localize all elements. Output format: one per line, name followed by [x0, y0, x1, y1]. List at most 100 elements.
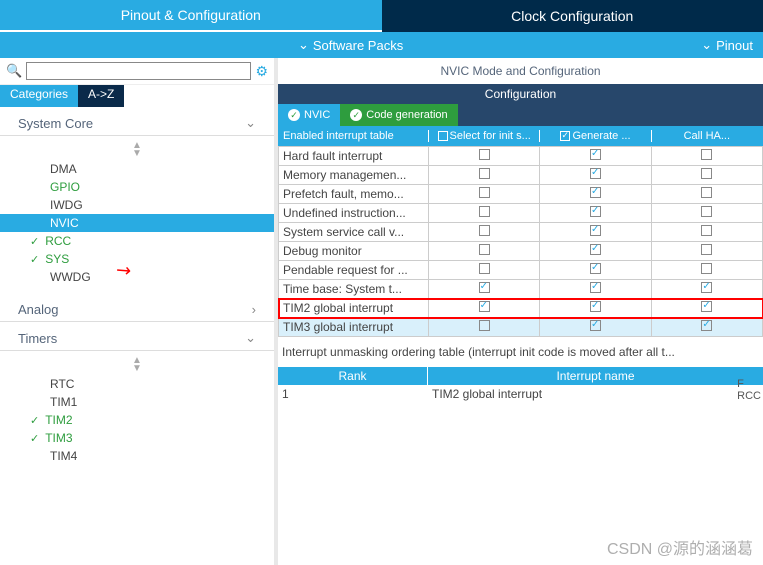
- col-enabled-interrupt[interactable]: Enabled interrupt table: [279, 130, 429, 142]
- checkbox-icon[interactable]: [438, 131, 448, 141]
- sidebar-item-tim3[interactable]: ✓TIM3: [0, 429, 274, 447]
- checkbox-cell[interactable]: [540, 242, 651, 261]
- checkbox-icon[interactable]: [479, 263, 490, 274]
- checkbox-cell[interactable]: [429, 242, 540, 261]
- checkbox-cell[interactable]: [540, 204, 651, 223]
- subtab-nvic[interactable]: ✓NVIC: [278, 104, 340, 126]
- sort-icon[interactable]: ▲▼: [0, 140, 274, 160]
- checkbox-icon[interactable]: [479, 168, 490, 179]
- table-row[interactable]: System service call v...: [279, 223, 763, 242]
- checkbox-icon[interactable]: [479, 225, 490, 236]
- checkbox-icon[interactable]: [701, 168, 712, 179]
- checkbox-icon[interactable]: [590, 320, 601, 331]
- checkbox-cell[interactable]: [429, 185, 540, 204]
- checkbox-icon[interactable]: [560, 131, 570, 141]
- checkbox-icon[interactable]: [701, 263, 712, 274]
- sidebar-item-rcc[interactable]: ✓RCC: [0, 232, 274, 250]
- checkbox-icon[interactable]: [701, 301, 712, 312]
- checkbox-icon[interactable]: [479, 206, 490, 217]
- checkbox-icon[interactable]: [590, 301, 601, 312]
- sidebar-item-tim2[interactable]: ✓TIM2: [0, 411, 274, 429]
- tab-categories[interactable]: Categories: [0, 85, 78, 107]
- checkbox-icon[interactable]: [701, 244, 712, 255]
- checkbox-cell[interactable]: [429, 280, 540, 299]
- search-input[interactable]: [26, 62, 251, 80]
- checkbox-cell[interactable]: [540, 166, 651, 185]
- checkbox-cell[interactable]: [540, 147, 651, 166]
- rank-row[interactable]: 1 TIM2 global interrupt: [278, 385, 763, 403]
- col-select-init[interactable]: Select for init s...: [429, 130, 540, 142]
- checkbox-cell[interactable]: [429, 299, 540, 318]
- tab-az[interactable]: A->Z: [78, 85, 124, 107]
- section-timers[interactable]: Timers⌄: [0, 322, 274, 351]
- col-interrupt-name[interactable]: Interrupt name: [428, 367, 763, 385]
- checkbox-icon[interactable]: [590, 225, 601, 236]
- table-row[interactable]: Time base: System t...: [279, 280, 763, 299]
- sidebar-item-dma[interactable]: DMA: [0, 160, 274, 178]
- table-row[interactable]: Memory managemen...: [279, 166, 763, 185]
- checkbox-cell[interactable]: [651, 185, 762, 204]
- subtab-codegen[interactable]: ✓Code generation: [340, 104, 457, 126]
- tab-clock-config[interactable]: Clock Configuration: [382, 0, 763, 32]
- checkbox-cell[interactable]: [540, 185, 651, 204]
- checkbox-icon[interactable]: [479, 244, 490, 255]
- search-icon[interactable]: 🔍: [6, 63, 22, 79]
- checkbox-icon[interactable]: [590, 244, 601, 255]
- checkbox-icon[interactable]: [590, 263, 601, 274]
- sidebar-item-rtc[interactable]: RTC: [0, 375, 274, 393]
- checkbox-icon[interactable]: [590, 282, 601, 293]
- tab-pinout-config[interactable]: Pinout & Configuration: [0, 0, 382, 32]
- checkbox-icon[interactable]: [701, 206, 712, 217]
- checkbox-cell[interactable]: [651, 166, 762, 185]
- checkbox-icon[interactable]: [479, 282, 490, 293]
- sidebar-item-wwdg[interactable]: WWDG: [0, 268, 274, 286]
- checkbox-icon[interactable]: [701, 187, 712, 198]
- checkbox-icon[interactable]: [701, 320, 712, 331]
- table-row[interactable]: Pendable request for ...: [279, 261, 763, 280]
- checkbox-cell[interactable]: [429, 204, 540, 223]
- software-packs-menu[interactable]: ⌄Software Packs: [298, 37, 403, 53]
- checkbox-icon[interactable]: [590, 187, 601, 198]
- checkbox-cell[interactable]: [651, 318, 762, 337]
- checkbox-icon[interactable]: [701, 282, 712, 293]
- checkbox-cell[interactable]: [651, 261, 762, 280]
- sidebar-item-nvic[interactable]: NVIC: [0, 214, 274, 232]
- section-analog[interactable]: Analog›: [0, 294, 274, 322]
- sort-icon[interactable]: ▲▼: [0, 355, 274, 375]
- checkbox-cell[interactable]: [651, 223, 762, 242]
- checkbox-cell[interactable]: [429, 223, 540, 242]
- table-row[interactable]: TIM2 global interrupt: [279, 299, 763, 318]
- checkbox-cell[interactable]: [429, 166, 540, 185]
- sidebar-item-sys[interactable]: ✓SYS: [0, 250, 274, 268]
- checkbox-icon[interactable]: [590, 206, 601, 217]
- sidebar-item-iwdg[interactable]: IWDG: [0, 196, 274, 214]
- checkbox-cell[interactable]: [540, 280, 651, 299]
- checkbox-cell[interactable]: [429, 318, 540, 337]
- checkbox-cell[interactable]: [651, 204, 762, 223]
- checkbox-cell[interactable]: [651, 280, 762, 299]
- checkbox-cell[interactable]: [540, 299, 651, 318]
- checkbox-icon[interactable]: [701, 149, 712, 160]
- checkbox-icon[interactable]: [479, 301, 490, 312]
- checkbox-cell[interactable]: [540, 318, 651, 337]
- table-row[interactable]: Prefetch fault, memo...: [279, 185, 763, 204]
- table-row[interactable]: Debug monitor: [279, 242, 763, 261]
- checkbox-icon[interactable]: [479, 320, 490, 331]
- checkbox-cell[interactable]: [429, 147, 540, 166]
- checkbox-cell[interactable]: [651, 242, 762, 261]
- checkbox-cell[interactable]: [540, 223, 651, 242]
- checkbox-icon[interactable]: [590, 168, 601, 179]
- checkbox-cell[interactable]: [651, 299, 762, 318]
- col-rank[interactable]: Rank: [278, 367, 428, 385]
- pinout-menu[interactable]: ⌄Pinout: [701, 37, 753, 53]
- gear-icon[interactable]: ⚙: [255, 63, 268, 80]
- sidebar-item-gpio[interactable]: GPIO: [0, 178, 274, 196]
- sidebar-item-tim4[interactable]: TIM4: [0, 447, 274, 465]
- checkbox-icon[interactable]: [701, 225, 712, 236]
- section-system-core[interactable]: System Core⌄: [0, 107, 274, 136]
- checkbox-icon[interactable]: [479, 187, 490, 198]
- table-row[interactable]: Undefined instruction...: [279, 204, 763, 223]
- col-call-handler[interactable]: Call HA...: [652, 130, 762, 142]
- checkbox-cell[interactable]: [429, 261, 540, 280]
- table-row[interactable]: TIM3 global interrupt: [279, 318, 763, 337]
